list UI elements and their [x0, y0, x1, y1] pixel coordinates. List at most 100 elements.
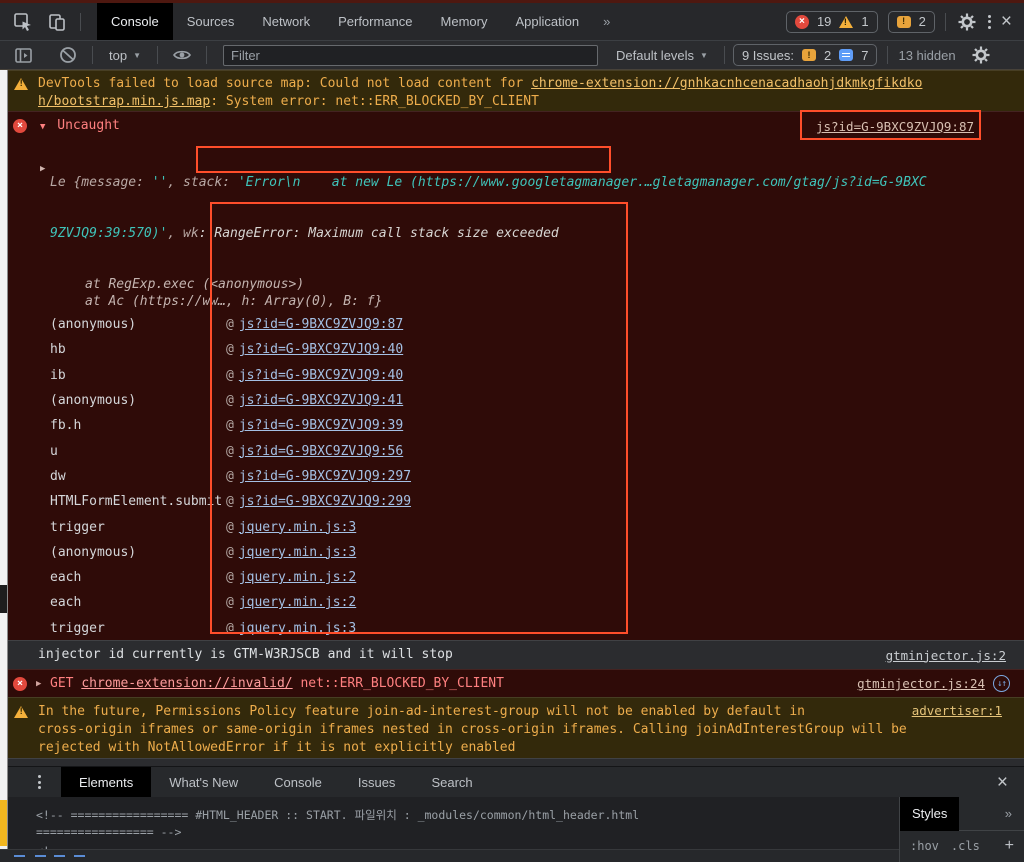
- stack-frame-function: u: [50, 444, 218, 459]
- error-source-link[interactable]: gtminjector.js:24: [857, 676, 985, 691]
- breadcrumb-item[interactable]: [74, 855, 85, 857]
- stack-frame-at: @: [226, 570, 234, 585]
- hov-toggle[interactable]: :hov: [910, 839, 939, 853]
- stack-frame-source-link[interactable]: js?id=G-9BXC9ZVJQ9:39: [239, 418, 403, 433]
- stack-frame-row: hb @ js?id=G-9BXC9ZVJQ9:40: [0, 337, 1024, 362]
- kebab-menu-icon[interactable]: [988, 15, 991, 29]
- hidden-messages-label[interactable]: 13 hidden: [898, 48, 955, 63]
- log-source-link[interactable]: gtminjector.js:2: [886, 648, 1006, 663]
- stack-frame-at: @: [226, 418, 234, 433]
- warning-text: In the future, Permissions Policy featur…: [38, 703, 1006, 721]
- drawer-tab-bar: Elements What's New Console Issues Searc…: [0, 766, 1024, 797]
- warning-icon: [14, 706, 28, 718]
- stack-frame-row: (anonymous) @ jquery.min.js:3: [0, 540, 1024, 565]
- extension-link[interactable]: chrome-extension://gnhkacnhcenacadhaohjd…: [531, 76, 922, 91]
- warning-text: rejected with NotAllowedError if it is n…: [38, 739, 1006, 757]
- tab-application[interactable]: Application: [501, 3, 593, 40]
- issues-orange-count: 2: [824, 48, 831, 63]
- drawer-tab-console[interactable]: Console: [256, 767, 340, 798]
- inspect-element-icon[interactable]: [12, 11, 34, 33]
- tab-memory[interactable]: Memory: [427, 3, 502, 40]
- stack-frame-at: @: [226, 368, 234, 383]
- log-text: injector id currently is GTM-W3RJSCB and…: [38, 646, 886, 664]
- stack-frame-source-link[interactable]: jquery.min.js:3: [239, 520, 356, 535]
- breadcrumb-item[interactable]: [35, 855, 46, 857]
- drawer-tab-elements[interactable]: Elements: [61, 767, 151, 798]
- stack-frame-source-link[interactable]: js?id=G-9BXC9ZVJQ9:56: [239, 444, 403, 459]
- cls-toggle[interactable]: .cls: [951, 839, 980, 853]
- more-tabs-chevron[interactable]: »: [593, 14, 620, 29]
- dom-comment-node[interactable]: ================= -->: [36, 825, 181, 839]
- dom-comment-node[interactable]: <!-- ================= #HTML_HEADER :: S…: [36, 807, 639, 823]
- blocked-url-link[interactable]: chrome-extension://invalid/: [81, 676, 292, 691]
- page-edge-sliver: [0, 70, 8, 849]
- stack-frame-source-link[interactable]: jquery.min.js:2: [239, 570, 356, 585]
- tab-performance[interactable]: Performance: [324, 3, 426, 40]
- stack-frame-function: trigger: [50, 621, 218, 636]
- stack-frame-source-link[interactable]: jquery.min.js:3: [239, 621, 356, 636]
- toolbar-divider: [92, 46, 93, 64]
- stack-frame-at: @: [226, 469, 234, 484]
- breadcrumb-item[interactable]: [14, 855, 25, 857]
- device-toolbar-icon[interactable]: [46, 11, 68, 33]
- close-drawer-icon[interactable]: ×: [997, 773, 1008, 792]
- chevron-down-icon: ▼: [700, 51, 708, 60]
- toolbar-divider: [945, 13, 946, 31]
- error-count-icon: ×: [795, 15, 809, 29]
- page-errors-icon: !: [802, 49, 816, 61]
- collapse-caret-icon[interactable]: ▼: [40, 122, 45, 132]
- stack-frame-source-link[interactable]: js?id=G-9BXC9ZVJQ9:297: [239, 469, 411, 484]
- warning-text: cross-origin iframes or same-origin ifra…: [38, 721, 1006, 739]
- warning-text: DevTools failed to load source map: Coul…: [38, 76, 531, 91]
- stack-frame-source-link[interactable]: js?id=G-9BXC9ZVJQ9:41: [239, 393, 403, 408]
- extension-link[interactable]: h/bootstrap.min.js.map: [38, 94, 210, 109]
- error-stack-preview: at RegExp.exec (<anonymous>) at Ac (http…: [85, 276, 1024, 310]
- stack-frame-row: (anonymous) @ js?id=G-9BXC9ZVJQ9:41: [0, 388, 1024, 413]
- console-sidebar-icon[interactable]: [12, 44, 34, 66]
- styles-sidebar: Styles » :hov .cls +: [899, 797, 1024, 862]
- tab-styles[interactable]: Styles: [900, 797, 959, 831]
- error-icon: ×: [13, 677, 27, 691]
- console-settings-gear-icon[interactable]: [970, 44, 992, 66]
- clear-console-icon[interactable]: [57, 44, 79, 66]
- drawer-tab-what-s-new[interactable]: What's New: [151, 767, 256, 798]
- stack-frame-source-link[interactable]: js?id=G-9BXC9ZVJQ9:87: [239, 317, 403, 332]
- stack-frame-source-link[interactable]: js?id=G-9BXC9ZVJQ9:40: [239, 342, 403, 357]
- new-style-rule-button[interactable]: +: [1005, 837, 1014, 855]
- drawer-kebab-menu-icon[interactable]: [38, 775, 41, 789]
- context-selector[interactable]: top ▼: [101, 48, 149, 63]
- stack-frame-row: each @ jquery.min.js:2: [0, 590, 1024, 615]
- stack-frame-function: each: [50, 595, 218, 610]
- warning-source-link[interactable]: advertiser:1: [912, 703, 1002, 718]
- filter-input[interactable]: [223, 45, 598, 66]
- console-warning-permissions: In the future, Permissions Policy featur…: [0, 697, 1024, 758]
- tab-console[interactable]: Console: [97, 3, 173, 40]
- network-request-icon[interactable]: ↓↑: [993, 675, 1010, 692]
- page-edge-yellow-element: [0, 800, 7, 846]
- tab-sources[interactable]: Sources: [173, 3, 249, 40]
- close-devtools-icon[interactable]: ×: [1001, 12, 1012, 31]
- devtools-tab-bar: Console Sources Network Performance Memo…: [0, 3, 1024, 40]
- error-warning-badge[interactable]: × 19 1: [786, 11, 878, 33]
- issues-summary-badge[interactable]: 9 Issues: ! 2 7: [733, 44, 878, 66]
- log-level-selector[interactable]: Default levels ▼: [608, 48, 716, 63]
- expand-caret-icon[interactable]: ▶: [36, 679, 41, 689]
- stack-frame-source-link[interactable]: jquery.min.js:2: [239, 595, 356, 610]
- error-title: Uncaught: [57, 118, 120, 133]
- stack-frame-row: u @ js?id=G-9BXC9ZVJQ9:56: [0, 438, 1024, 463]
- stack-frame-source-link[interactable]: jquery.min.js:3: [239, 545, 356, 560]
- live-expression-eye-icon[interactable]: [171, 44, 193, 66]
- settings-gear-icon[interactable]: [956, 11, 978, 33]
- breadcrumb-item[interactable]: [54, 855, 65, 857]
- stack-frame-function: dw: [50, 469, 218, 484]
- issues-badge[interactable]: ! 2: [888, 11, 935, 33]
- more-styles-tabs-chevron[interactable]: »: [995, 806, 1024, 821]
- drawer-tab-issues[interactable]: Issues: [340, 767, 414, 798]
- drawer-tab-search[interactable]: Search: [413, 767, 490, 798]
- stack-frame-source-link[interactable]: js?id=G-9BXC9ZVJQ9:40: [239, 368, 403, 383]
- tab-network[interactable]: Network: [248, 3, 324, 40]
- stack-frame-source-link[interactable]: js?id=G-9BXC9ZVJQ9:299: [239, 494, 411, 509]
- error-source-link[interactable]: js?id=G-9BXC9ZVJQ9:87: [816, 119, 974, 134]
- warning-count-icon: [839, 16, 853, 28]
- expand-object-caret-icon[interactable]: ▶: [40, 164, 45, 174]
